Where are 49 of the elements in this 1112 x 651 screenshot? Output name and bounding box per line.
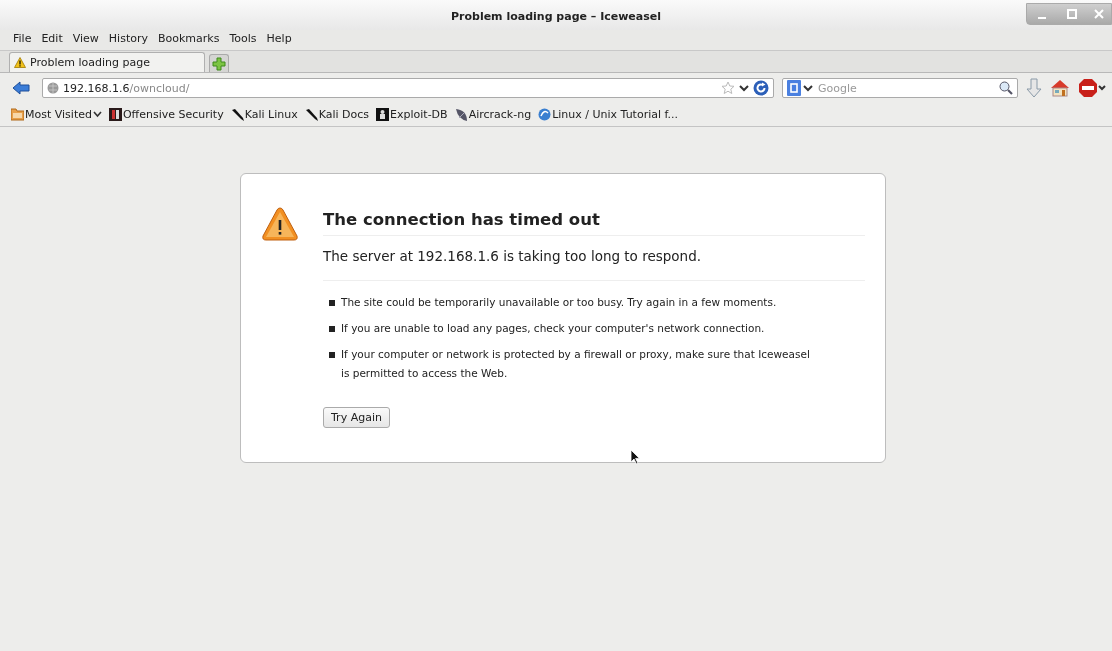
folder-icon [11,106,24,122]
bookmark-item[interactable]: Offensive Security [108,106,224,122]
url-path: /owncloud/ [129,81,190,95]
linux-logo-icon [538,106,552,122]
new-tab-button[interactable] [209,54,229,72]
suggestion-text: The site could be temporarily unavailable or too busy. Try again in a few moments. [341,295,777,310]
menu-item[interactable]: File [8,32,37,48]
browser-tab[interactable]: Problem loading page [9,52,205,72]
home-icon[interactable] [1050,79,1070,97]
dropdown-caret-icon [92,110,102,118]
menu-item[interactable]: Help [261,32,297,48]
bullet-icon [329,300,335,306]
error-title: The connection has timed out [323,210,865,236]
try-again-button[interactable]: Try Again [323,407,390,428]
error-description: The server at 192.168.1.6 is taking too long to respond. [323,248,865,281]
suggestion-text: If you are unable to load any pages, check your computer's network connection. [341,321,765,336]
back-arrow-icon[interactable] [12,80,30,96]
bullet-icon [329,352,335,358]
bookmark-item[interactable]: Exploit-DB [376,106,448,122]
menu-item[interactable]: Edit [36,32,68,48]
search-bar[interactable]: Google [782,78,1018,98]
star-icon[interactable] [721,81,735,95]
bookmark-item[interactable]: Kali Docs [304,106,370,122]
menu-item[interactable]: History [103,32,153,48]
bookmark-item[interactable]: Most Visited [11,106,102,122]
adblock-icon[interactable] [1078,78,1106,98]
menu-item[interactable]: Bookmarks [153,32,225,48]
menu-item[interactable]: Tools [224,32,262,48]
suggestion-text: If your computer or network is protected by a firewall or proxy, make sure that Iceweasel is permitted to access the Web. [341,347,811,381]
globe-icon [47,82,59,94]
exploit-db-icon [376,106,390,122]
plus-icon [212,56,226,71]
bookmark-item[interactable]: Kali Linux [230,106,298,122]
dropdown-caret-icon[interactable] [739,84,749,92]
window-title: Problem loading page – Iceweasel [450,10,662,23]
search-icon[interactable] [999,81,1013,95]
dropdown-caret-icon[interactable] [803,84,813,92]
menu-item[interactable]: View [67,32,104,48]
warning-icon [14,57,26,68]
reload-icon[interactable] [753,80,769,96]
bullet-icon [329,326,335,332]
address-field[interactable]: 192.168.1.6/owncloud/ [42,78,774,98]
url-host: 192.168.1.6 [63,81,130,95]
download-arrow-icon[interactable] [1026,78,1042,98]
bookmark-item[interactable]: Aircrack-ng [454,106,532,122]
offensive-security-icon [108,106,122,122]
bookmark-item[interactable]: Linux / Unix Tutorial f... [538,106,679,122]
dish-icon [454,106,468,122]
warning-triangle-icon [261,206,299,242]
